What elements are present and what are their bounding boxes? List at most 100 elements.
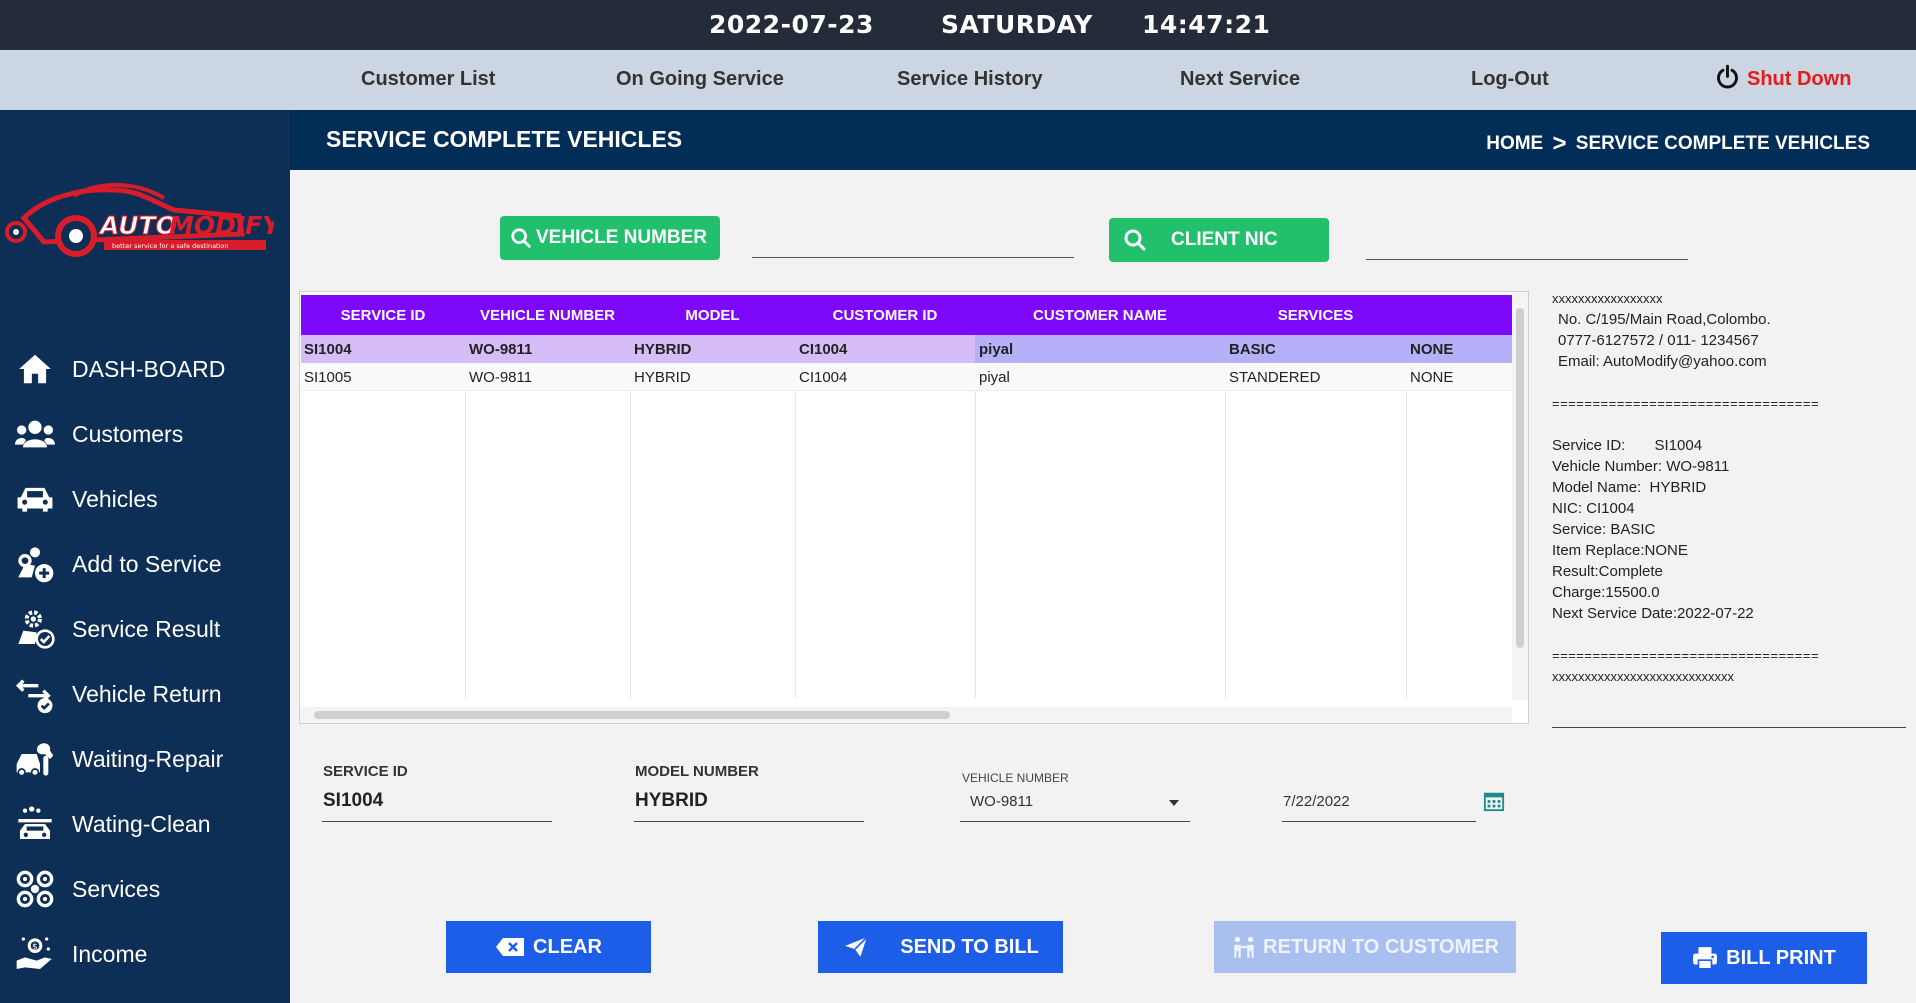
- sidebar-item-service-result[interactable]: Service Result: [14, 604, 284, 654]
- nav-service-history[interactable]: Service History: [897, 68, 1043, 91]
- sidebar-item-waiting-clean[interactable]: Wating-Clean: [14, 799, 284, 849]
- sidebar-item-vehicle-return[interactable]: Vehicle Return: [14, 669, 284, 719]
- cell-customer-id: CI1004: [799, 341, 848, 358]
- date-underline: [1282, 821, 1476, 822]
- svg-text:$: $: [32, 941, 38, 952]
- bill-preview: xxxxxxxxxxxxxxxxx No. C/195/Main Road,Co…: [1552, 288, 1912, 687]
- calendar-icon[interactable]: [1483, 790, 1505, 812]
- bill-print-button[interactable]: BILL PRINT: [1661, 932, 1867, 984]
- service-id-label: SERVICE ID: [323, 763, 408, 780]
- breadcrumb: HOME > SERVICE COMPLETE VEHICLES: [1486, 130, 1870, 158]
- vehicle-number-search-input[interactable]: [752, 226, 1074, 256]
- column-header-vehicle-number[interactable]: VEHICLE NUMBER: [465, 307, 630, 324]
- search-icon: [511, 228, 531, 248]
- current-date: 2022-07-23: [709, 10, 874, 39]
- cell-service-id: SI1004: [304, 341, 352, 358]
- model-number-underline: [634, 821, 864, 822]
- cell-item-replace: NONE: [1410, 341, 1454, 358]
- breadcrumb-current: SERVICE COMPLETE VEHICLES: [1575, 133, 1870, 154]
- column-header-customer-name[interactable]: CUSTOMER NAME: [975, 307, 1225, 324]
- shutdown-button[interactable]: Shut Down: [1714, 64, 1851, 91]
- column-header-services[interactable]: SERVICES: [1225, 307, 1406, 324]
- car-icon: [14, 478, 56, 520]
- receipt-line: [1552, 414, 1912, 435]
- sidebar-item-label: Customers: [72, 420, 184, 447]
- client-nic-input-underline: [1366, 259, 1688, 260]
- return-to-customer-button[interactable]: RETURN TO CUSTOMER: [1214, 921, 1516, 973]
- sidebar-item-vehicles[interactable]: Vehicles: [14, 474, 284, 524]
- column-header-model[interactable]: MODEL: [630, 307, 795, 324]
- current-day: SATURDAY: [941, 10, 1093, 39]
- vehicle-number-select-label: VEHICLE NUMBER: [962, 771, 1069, 785]
- nav-next-service[interactable]: Next Service: [1180, 68, 1300, 91]
- receipt-line: Service: BASIC: [1552, 521, 1656, 538]
- service-id-underline: [322, 821, 552, 822]
- return-icon: [14, 673, 56, 715]
- sidebar-item-waiting-repair[interactable]: Waiting-Repair: [14, 734, 284, 784]
- column-header-service-id[interactable]: SERVICE ID: [301, 307, 465, 324]
- sidebar-item-income[interactable]: $ Income: [14, 929, 284, 979]
- model-number-field[interactable]: HYBRID: [635, 790, 708, 812]
- shutdown-label: Shut Down: [1747, 68, 1852, 90]
- breadcrumb-separator: >: [1552, 130, 1567, 157]
- backspace-icon: [496, 938, 525, 956]
- clear-button[interactable]: CLEAR: [446, 921, 651, 973]
- table-vertical-scrollbar[interactable]: [1512, 292, 1528, 700]
- cell-service-id: SI1005: [304, 369, 352, 386]
- page-header: SERVICE COMPLETE VEHICLES HOME > SERVICE…: [290, 110, 1916, 170]
- cell-model: HYBRID: [634, 341, 692, 358]
- client-nic-search-label: CLIENT NIC: [1171, 229, 1278, 250]
- date-field[interactable]: 7/22/2022: [1283, 793, 1350, 810]
- cell-customer-name: piyal: [979, 341, 1014, 358]
- nav-customer-list[interactable]: Customer List: [361, 68, 495, 91]
- users-icon: [14, 413, 56, 455]
- top-nav: Customer List On Going Service Service H…: [0, 50, 1916, 110]
- receipt-bottom-line: [1552, 727, 1906, 728]
- chevron-down-icon[interactable]: [1168, 799, 1180, 807]
- table-horizontal-scrollbar[interactable]: [300, 707, 1512, 723]
- table-row[interactable]: SI1005 WO-9811 HYBRID CI1004 piyal STAND…: [301, 363, 1512, 391]
- column-header-customer-id[interactable]: CUSTOMER ID: [795, 307, 975, 324]
- bill-print-label: BILL PRINT: [1726, 946, 1836, 969]
- home-icon: [14, 348, 56, 390]
- receipt-line: [1552, 372, 1912, 393]
- services-icon: [14, 868, 56, 910]
- receipt-line: Next Service Date:2022-07-22: [1552, 605, 1754, 622]
- cell-customer-id: CI1004: [799, 369, 848, 386]
- vehicle-number-select[interactable]: WO-9811: [970, 793, 1190, 810]
- table-header: SERVICE ID VEHICLE NUMBER MODEL CUSTOMER…: [301, 295, 1512, 335]
- sidebar-item-customers[interactable]: Customers: [14, 409, 284, 459]
- vehicle-number-search-button[interactable]: VEHICLE NUMBER: [500, 216, 720, 260]
- scrollbar-thumb[interactable]: [1516, 308, 1524, 648]
- scrollbar-thumb[interactable]: [314, 711, 950, 719]
- sidebar-item-dashboard[interactable]: DASH-BOARD: [14, 344, 284, 394]
- receipt-line: =================================: [1552, 648, 1820, 663]
- breadcrumb-home[interactable]: HOME: [1486, 133, 1543, 154]
- service-id-field[interactable]: SI1004: [323, 790, 383, 812]
- printer-icon: [1693, 947, 1718, 970]
- sidebar-item-label: DASH-BOARD: [72, 355, 226, 382]
- clean-icon: [14, 803, 56, 845]
- status-bar: 2022-07-23 SATURDAY 14:47:21: [0, 0, 1916, 50]
- cell-services: STANDERED: [1229, 369, 1321, 386]
- sidebar-item-label: Add to Service: [72, 550, 222, 577]
- add-service-icon: [14, 543, 56, 585]
- receipt-line: Vehicle Number: WO-9811: [1552, 458, 1730, 475]
- cell-model: HYBRID: [634, 369, 691, 386]
- repair-icon: [14, 738, 56, 780]
- client-nic-search-button[interactable]: CLIENT NIC: [1109, 218, 1329, 262]
- sidebar-item-add-to-service[interactable]: Add to Service: [14, 539, 284, 589]
- sidebar-item-services[interactable]: Services: [14, 864, 284, 914]
- nav-logout[interactable]: Log-Out: [1471, 68, 1549, 91]
- nav-ongoing-service[interactable]: On Going Service: [616, 68, 784, 91]
- table-row[interactable]: SI1004 WO-9811 HYBRID CI1004 piyal BASIC…: [301, 335, 1512, 363]
- sidebar-item-label: Wating-Clean: [72, 810, 211, 837]
- send-to-bill-button[interactable]: SEND TO BILL: [818, 921, 1063, 973]
- client-nic-search-input[interactable]: [1366, 228, 1688, 258]
- service-complete-table: SERVICE ID VEHICLE NUMBER MODEL CUSTOMER…: [299, 291, 1529, 724]
- cell-vehicle-number: WO-9811: [469, 369, 533, 386]
- receipt-line: Service ID: SI1004: [1552, 437, 1703, 454]
- search-icon: [1124, 229, 1146, 251]
- vehicle-number-select-value: WO-9811: [970, 793, 1034, 810]
- receipt-line: Model Name: HYBRID: [1552, 479, 1707, 496]
